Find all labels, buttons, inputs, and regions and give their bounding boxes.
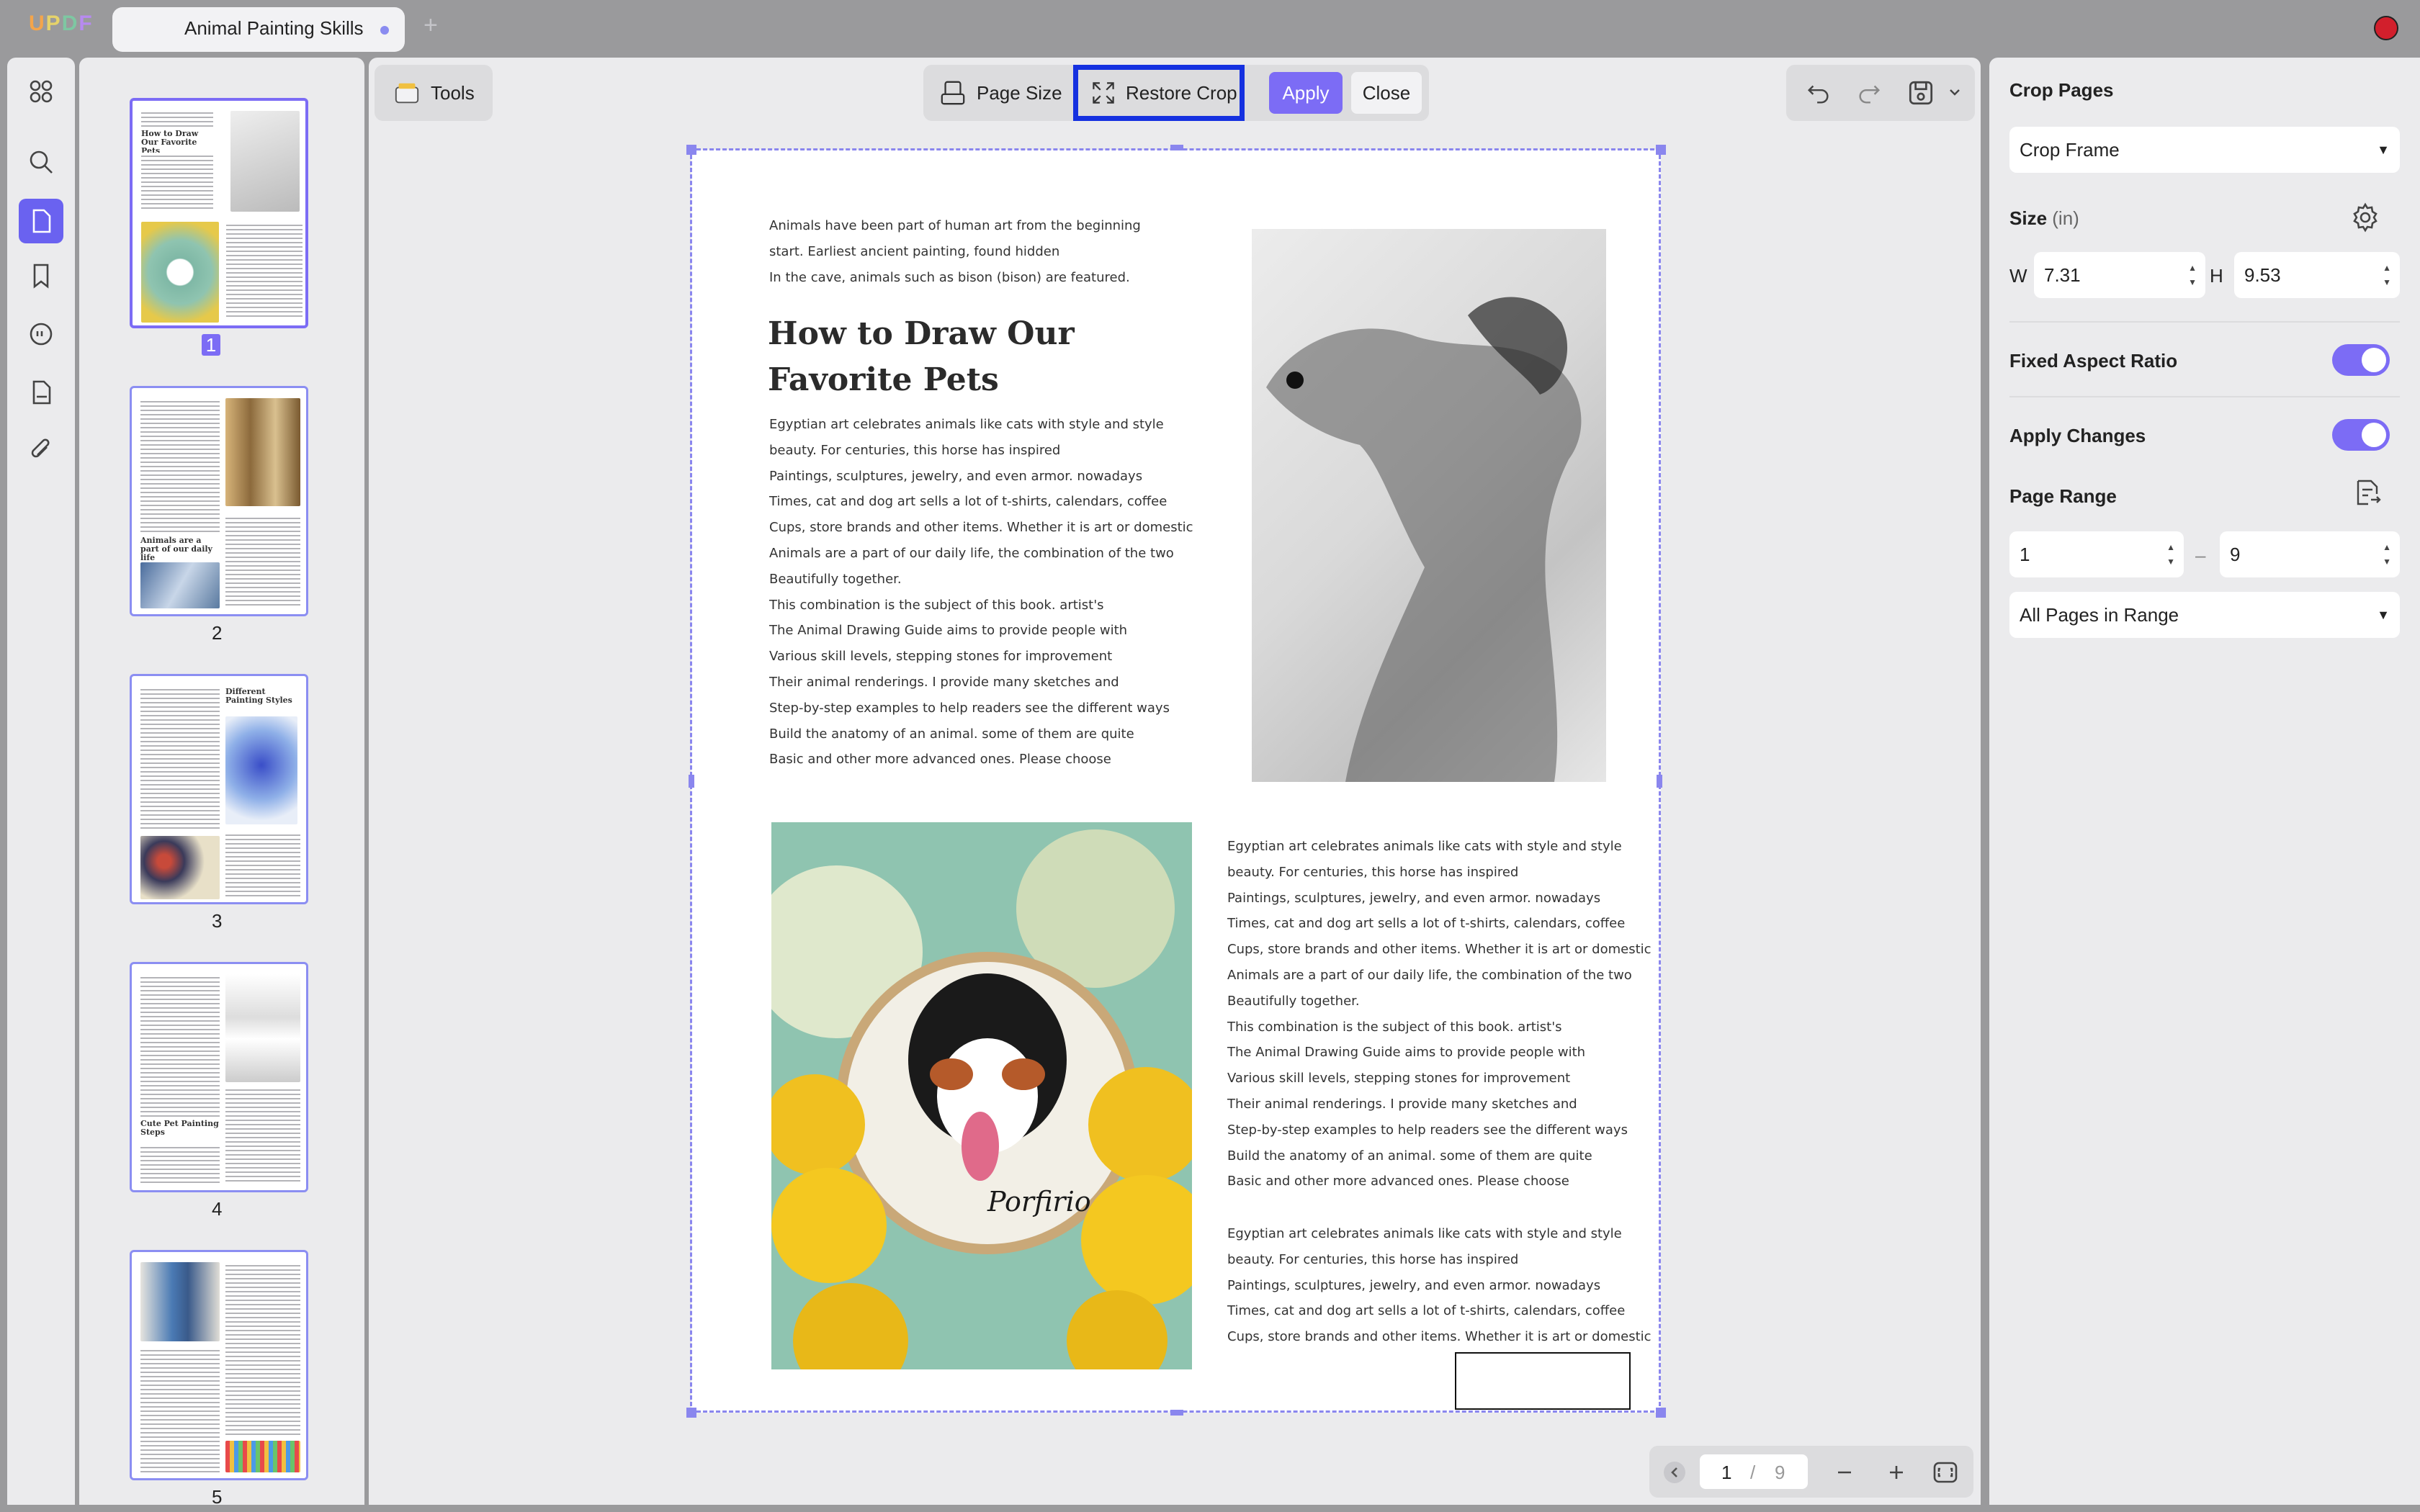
range-dash: –	[2195, 544, 2206, 566]
zoom-in-icon[interactable]	[1886, 1462, 1907, 1483]
thumbnail-number: 5	[212, 1486, 223, 1505]
toolbox-icon	[395, 83, 419, 104]
divider	[2009, 321, 2400, 323]
zoom-out-icon[interactable]	[1834, 1462, 1855, 1483]
undo-icon[interactable]	[1805, 79, 1832, 107]
new-tab-button[interactable]: +	[424, 12, 438, 40]
range-to-input[interactable]: 9 ▲ ▼	[2220, 531, 2400, 577]
crop-mode-value: Crop Frame	[2020, 138, 2120, 161]
thumbnail-number: 4	[212, 1198, 223, 1220]
fixed-aspect-toggle[interactable]	[2332, 344, 2390, 376]
thumbnail-number: 1	[202, 334, 220, 356]
comment-icon[interactable]	[23, 317, 59, 353]
save-icon[interactable]	[1906, 78, 1936, 108]
size-label: Size (in)	[2009, 207, 2079, 229]
crop-handle-top-left[interactable]	[686, 145, 696, 155]
search-icon[interactable]	[23, 144, 59, 180]
range-mode-value: All Pages in Range	[2020, 603, 2179, 626]
current-page: 1	[1721, 1462, 1732, 1483]
page-number-input[interactable]: 1 / 9	[1700, 1454, 1808, 1489]
crop-settings-panel: Crop Pages Crop Frame ▼ Size (in) W 7.31…	[1989, 58, 2420, 1505]
page-range-icon[interactable]	[2352, 478, 2383, 508]
range-mode-select[interactable]: All Pages in Range ▼	[2009, 592, 2400, 638]
page-separator: /	[1750, 1462, 1756, 1483]
fit-page-icon[interactable]	[1932, 1459, 1959, 1486]
gear-icon[interactable]	[2349, 202, 2381, 233]
redo-icon[interactable]	[1855, 79, 1883, 107]
crop-handle-top[interactable]	[1170, 145, 1183, 150]
fixed-aspect-label: Fixed Aspect Ratio	[2009, 350, 2178, 372]
page-size-icon	[941, 81, 965, 105]
chevron-left-icon	[1671, 1467, 1677, 1477]
total-pages: 9	[1775, 1462, 1785, 1483]
apply-changes-toggle[interactable]	[2332, 419, 2390, 451]
width-label: W	[2009, 265, 2027, 287]
thumbnail-page-5[interactable]	[130, 1250, 308, 1480]
thumbnail-page-1[interactable]: How to Draw Our Favorite Pets	[130, 98, 308, 328]
thumbnail-page-2[interactable]: Animals are a part of our daily life	[130, 386, 308, 616]
width-input[interactable]: 7.31 ▲ ▼	[2034, 252, 2205, 298]
page-size-button[interactable]: Page Size	[939, 71, 1062, 115]
crop-handle-bottom-right[interactable]	[1656, 1408, 1666, 1418]
tools-label: Tools	[431, 81, 475, 104]
left-tool-rail	[7, 58, 75, 1505]
width-stepper[interactable]: ▲ ▼	[2188, 261, 2197, 289]
history-toolbar	[1786, 65, 1975, 121]
close-button[interactable]: Close	[1351, 72, 1422, 114]
chevron-down-icon[interactable]	[1948, 85, 1962, 99]
height-input[interactable]: 9.53 ▲ ▼	[2234, 252, 2400, 298]
height-stepper[interactable]: ▲ ▼	[2383, 261, 2391, 289]
divider	[2009, 396, 2400, 397]
crop-handle-bottom-left[interactable]	[686, 1408, 696, 1418]
apply-button[interactable]: Apply	[1269, 72, 1343, 114]
crop-mode-select[interactable]: Crop Frame ▼	[2009, 127, 2400, 173]
tab-title: Animal Painting Skills	[184, 17, 364, 39]
avatar[interactable]	[2374, 16, 2398, 40]
caret-down-icon: ▼	[2377, 607, 2390, 622]
unsaved-dot-icon	[380, 26, 389, 35]
caret-down-icon: ▼	[2377, 142, 2390, 157]
crop-toolbar: Page Size Restore Crop Apply Close	[923, 65, 1429, 121]
restore-crop-button[interactable]: Restore Crop	[1073, 65, 1245, 121]
range-from-stepper[interactable]: ▲ ▼	[2166, 540, 2175, 569]
expand-icon	[1093, 82, 1114, 104]
crop-handle-top-right[interactable]	[1656, 145, 1666, 155]
range-from-input[interactable]: 1 ▲ ▼	[2009, 531, 2184, 577]
crop-handle-right[interactable]	[1657, 775, 1662, 788]
page-size-label: Page Size	[977, 81, 1062, 104]
tab-document[interactable]: Animal Painting Skills	[112, 7, 405, 52]
panel-title: Crop Pages	[2009, 79, 2114, 101]
thumbnail-number: 3	[212, 910, 223, 932]
app-logo[interactable]: UPDF	[29, 12, 94, 36]
thumbnail-page-4[interactable]: Cute Pet Painting Steps	[130, 962, 308, 1192]
grid-icon[interactable]	[23, 73, 59, 109]
crop-handle-bottom[interactable]	[1170, 1410, 1183, 1416]
height-label: H	[2210, 265, 2223, 287]
crop-frame[interactable]	[690, 148, 1661, 1413]
prev-page-button[interactable]	[1664, 1462, 1685, 1483]
tools-button[interactable]: Tools	[375, 65, 493, 121]
thumbnail-page-3[interactable]: Different Painting Styles	[130, 674, 308, 904]
pages-icon[interactable]	[19, 199, 63, 243]
page-range-label: Page Range	[2009, 485, 2117, 507]
attachment-icon[interactable]	[23, 432, 59, 468]
page-navigator: 1 / 9	[1649, 1446, 1973, 1498]
apply-changes-label: Apply Changes	[2009, 425, 2146, 446]
form-icon[interactable]	[23, 374, 59, 410]
crop-handle-left[interactable]	[689, 775, 694, 788]
restore-crop-label: Restore Crop	[1126, 81, 1237, 104]
bookmark-icon[interactable]	[23, 258, 59, 294]
thumbnail-panel: How to Draw Our Favorite Pets 1 Animals …	[79, 58, 364, 1505]
thumbnail-number: 2	[212, 622, 223, 644]
range-to-stepper[interactable]: ▲ ▼	[2383, 540, 2391, 569]
